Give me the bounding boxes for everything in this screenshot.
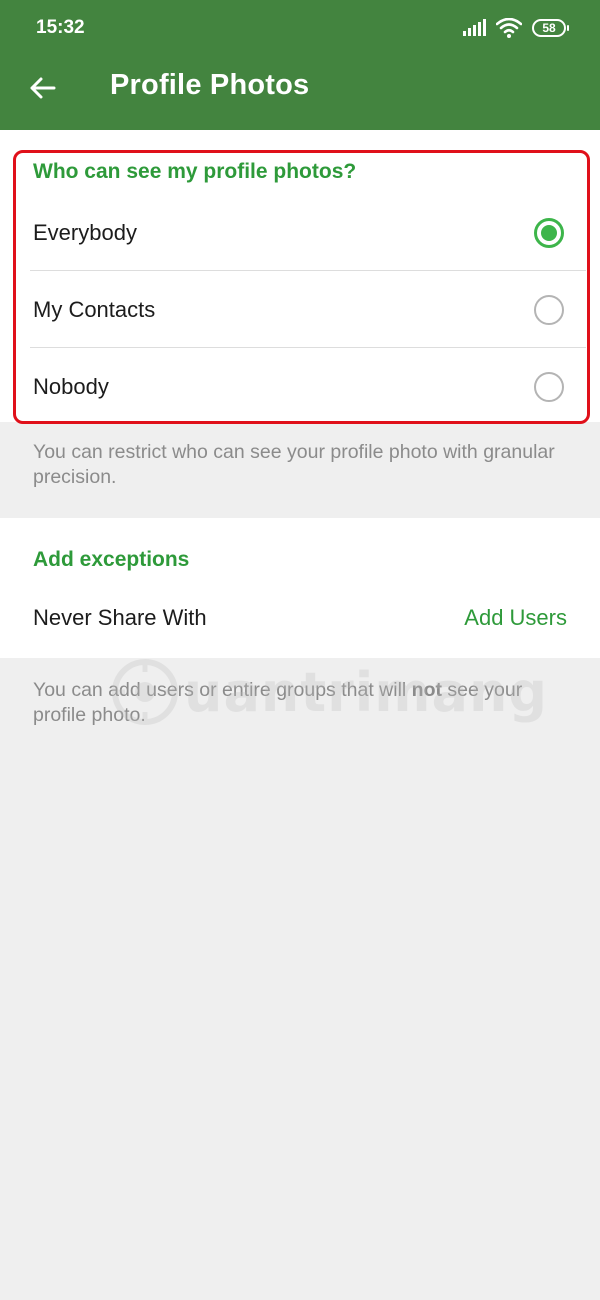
status-bar: 15:32 58 xyxy=(0,0,600,56)
profile-photos-screen: 15:32 58 Profile Photos Who can see my p… xyxy=(0,0,600,1300)
app-bar: Profile Photos xyxy=(0,56,600,130)
helper-emphasis: not xyxy=(411,679,442,701)
option-everybody[interactable]: Everybody xyxy=(0,194,600,271)
wifi-icon xyxy=(496,18,522,38)
option-my-contacts[interactable]: My Contacts xyxy=(0,271,600,348)
header: 15:32 58 Profile Photos xyxy=(0,0,600,130)
exceptions-section: Add exceptions Never Share With Add User… xyxy=(0,518,600,658)
radio-nobody[interactable] xyxy=(534,371,564,402)
exceptions-helper-text: You can add users or entire groups that … xyxy=(0,658,600,728)
visibility-heading: Who can see my profile photos? xyxy=(33,160,357,183)
radio-my-contacts[interactable] xyxy=(534,294,564,325)
visibility-section: Who can see my profile photos? Everybody… xyxy=(0,130,600,425)
never-share-row[interactable]: Never Share With Add Users xyxy=(0,580,600,656)
add-users-button[interactable]: Add Users xyxy=(464,605,567,631)
never-share-label: Never Share With xyxy=(33,605,207,630)
back-arrow-icon xyxy=(30,77,56,99)
option-label: Nobody xyxy=(33,373,109,399)
back-button[interactable] xyxy=(22,68,62,108)
exceptions-heading: Add exceptions xyxy=(33,548,190,571)
option-nobody[interactable]: Nobody xyxy=(0,348,600,425)
battery-level: 58 xyxy=(542,21,556,35)
helper-text-part: You can add users or entire groups that … xyxy=(33,679,412,701)
status-time: 15:32 xyxy=(36,17,85,38)
visibility-helper-text: You can restrict who can see your profil… xyxy=(33,441,555,488)
option-label: My Contacts xyxy=(33,296,156,322)
signal-icon xyxy=(463,19,486,36)
radio-everybody[interactable] xyxy=(534,217,564,248)
battery-icon: 58 xyxy=(532,19,569,37)
status-icons: 58 xyxy=(462,16,569,40)
option-label: Everybody xyxy=(33,219,137,245)
page-title: Profile Photos xyxy=(110,69,310,101)
